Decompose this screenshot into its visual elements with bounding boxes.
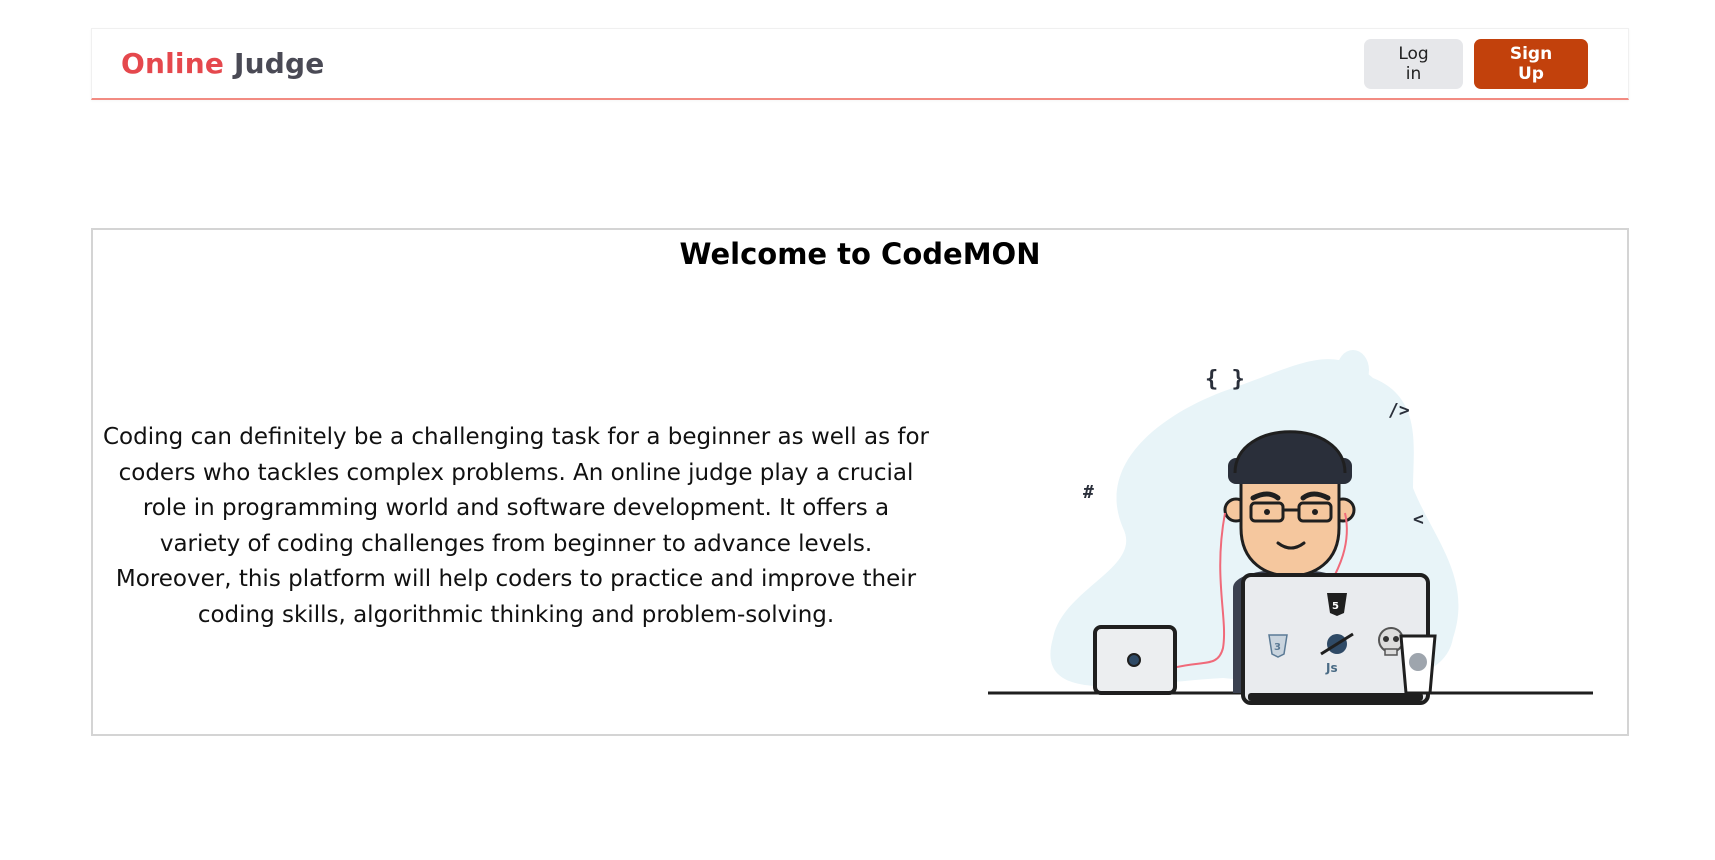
brand-logo[interactable]: Online Judge — [121, 47, 324, 80]
curly-braces-icon: { } — [1205, 367, 1245, 392]
welcome-card: Welcome to CodeMON Coding can definitely… — [91, 228, 1629, 736]
svg-text:3: 3 — [1274, 642, 1281, 653]
brand-online-text: Online — [121, 47, 225, 80]
nav-actions: Log in Sign Up — [1364, 38, 1588, 89]
coder-illustration: { } /> # < 5 3 Js — [988, 350, 1593, 705]
closing-tag-icon: /> — [1388, 400, 1410, 421]
js-label: Js — [1325, 661, 1338, 675]
hash-icon: # — [1083, 482, 1094, 503]
welcome-title: Welcome to CodeMON — [679, 237, 1041, 271]
blob-drop — [1337, 350, 1369, 390]
welcome-description: Coding can definitely be a challenging t… — [102, 424, 930, 628]
signup-button[interactable]: Sign Up — [1474, 38, 1588, 89]
brand-judge-text: Judge — [234, 47, 325, 80]
top-navbar: Online Judge Log in Sign Up — [91, 28, 1629, 100]
login-button[interactable]: Log in — [1364, 38, 1463, 89]
svg-text:5: 5 — [1332, 601, 1339, 612]
chevron-left-icon: < — [1413, 509, 1424, 530]
beanie-band — [1228, 458, 1352, 484]
